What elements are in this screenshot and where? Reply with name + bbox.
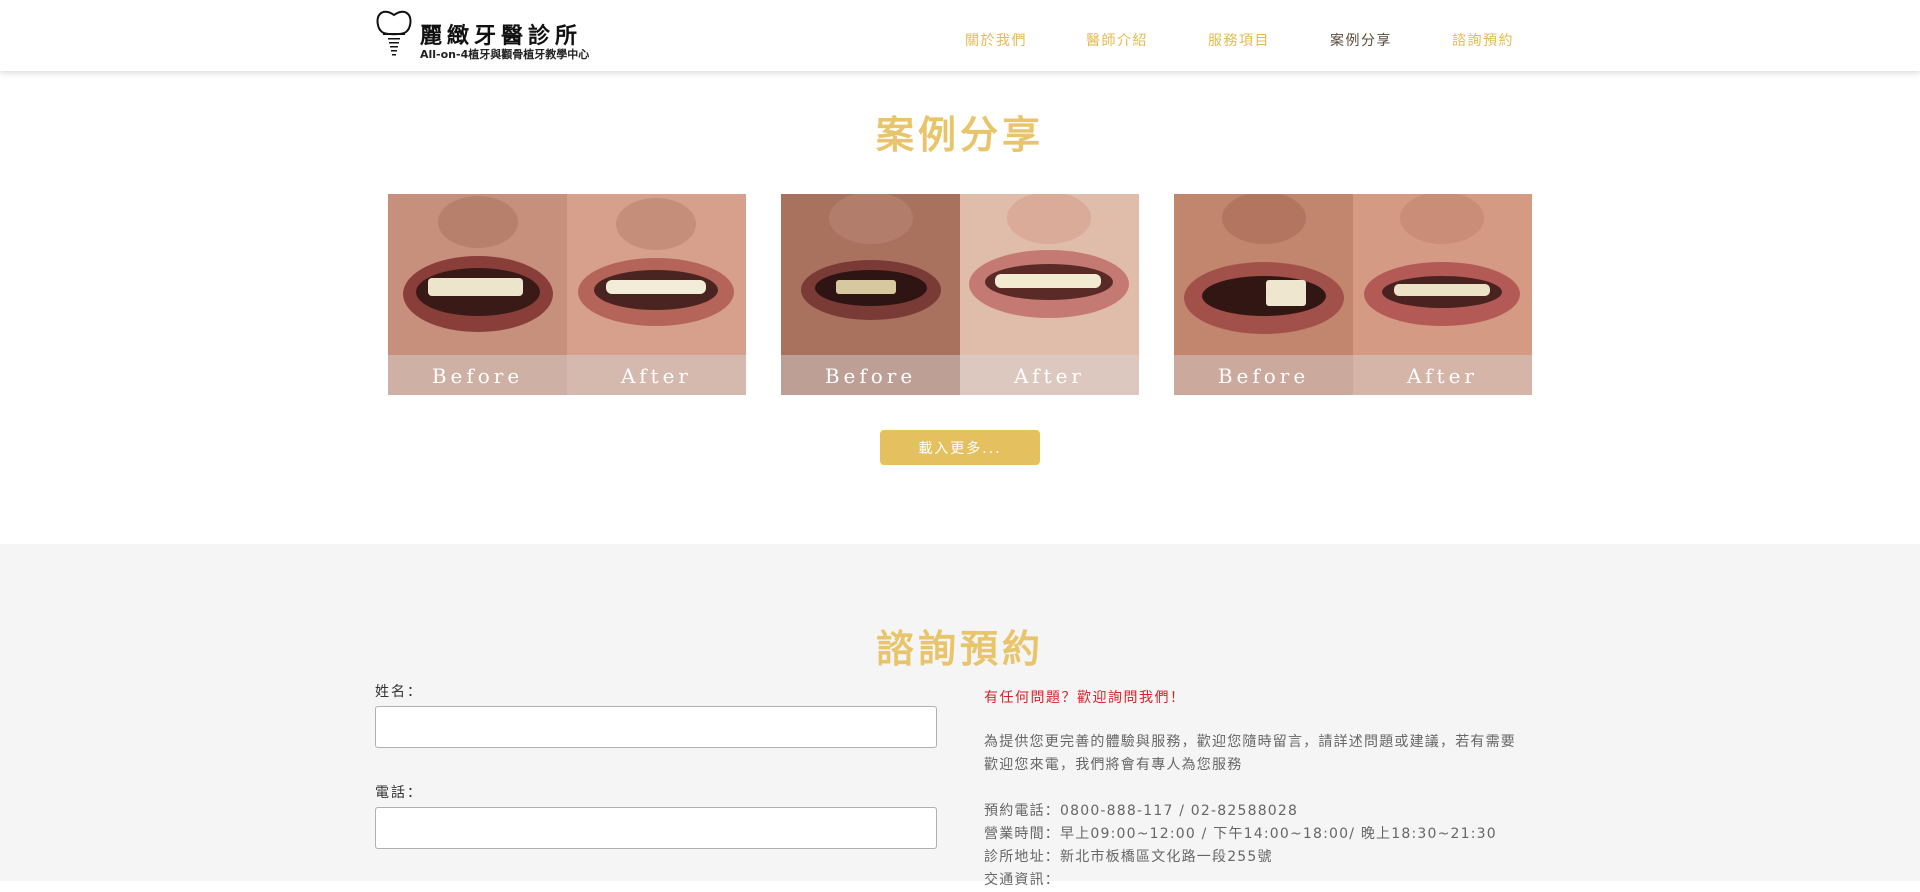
contact-title: 諮詢預約 [875,627,1044,671]
nav-consult[interactable]: 諮詢預約 [1452,30,1514,50]
nav-cases[interactable]: 案例分享 [1330,30,1392,50]
after-label: After [621,364,692,388]
site-header: 麗緻牙醫診所 All-on-4植牙與顴骨植牙教學中心 關於我們 醫師介紹 服務項… [0,0,1920,71]
name-input[interactable] [375,706,937,748]
before-label: Before [824,364,917,388]
phone-input[interactable] [375,807,937,849]
phone-label: 電話： [375,785,423,801]
main-nav: 關於我們 醫師介紹 服務項目 案例分享 諮詢預約 [0,30,1920,50]
case-card-2[interactable]: Before After [781,194,1139,395]
nav-about[interactable]: 關於我們 [965,30,1027,50]
load-more-button[interactable]: 載入更多... [880,430,1040,465]
after-label: After [1407,364,1478,388]
case-card-3[interactable]: Before After [1174,194,1532,395]
contact-address: 診所地址：新北市板橋區文化路一段255號 [984,849,1273,865]
contact-phone: 預約電話：0800-888-117 / 02-82588028 [984,803,1299,819]
contact-intro-line-1: 為提供您更完善的體驗與服務，歡迎您隨時留言，請詳述問題或建議，若有需要 [984,734,1516,750]
name-label: 姓名： [375,684,423,700]
nav-services[interactable]: 服務項目 [1208,30,1270,50]
before-label: Before [1217,364,1310,388]
contact-question: 有任何問題？歡迎詢問我們！ [984,690,1186,706]
case-card-1[interactable]: Before After [388,194,746,395]
contact-section [0,544,1920,881]
nav-doctors[interactable]: 醫師介紹 [1086,30,1148,50]
before-label: Before [431,364,524,388]
contact-hours: 營業時間：早上09:00~12:00 / 下午14:00~18:00/ 晚上18… [984,826,1497,842]
contact-intro-line-2: 歡迎您來電，我們將會有專人為您服務 [984,757,1243,773]
after-label: After [1014,364,1085,388]
cases-title: 案例分享 [875,113,1044,157]
